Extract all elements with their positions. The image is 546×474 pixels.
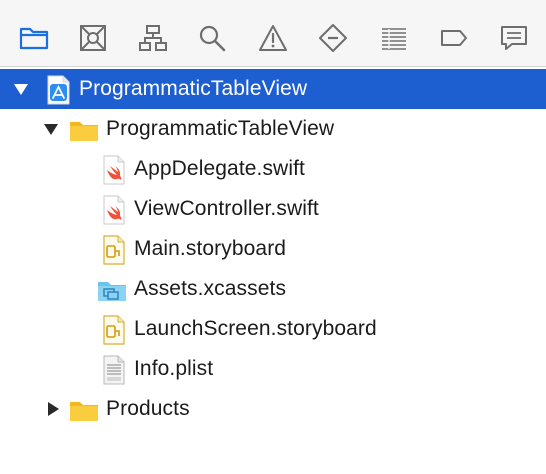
- folder-icon: [70, 122, 98, 141]
- breakpoint-navigator-button[interactable]: [434, 18, 474, 58]
- breakpoint-icon: [441, 30, 467, 46]
- project-navigator-icon: [19, 27, 49, 50]
- project-navigator: ProgrammaticTableView ProgrammaticTableV…: [0, 67, 546, 474]
- report-navigator-button[interactable]: [494, 18, 534, 58]
- tree-row-group[interactable]: ProgrammaticTableView: [0, 109, 546, 149]
- disclosure-expanded-icon[interactable]: [42, 120, 60, 138]
- tree-row-file[interactable]: ViewController.swift: [0, 189, 546, 229]
- test-navigator-button[interactable]: [313, 18, 353, 58]
- folder-icon: [70, 402, 98, 421]
- disclosure-expanded-icon[interactable]: [12, 80, 30, 98]
- storyboard-file-icon: [103, 315, 125, 345]
- tree-row-label: ProgrammaticTableView: [79, 77, 308, 100]
- debug-navigator-button[interactable]: [374, 18, 414, 58]
- project-navigator-button[interactable]: [14, 18, 54, 58]
- tree-row-products[interactable]: Products: [0, 389, 546, 429]
- report-icon: [501, 26, 527, 50]
- symbol-navigator-button[interactable]: [133, 18, 173, 58]
- tree-row-file[interactable]: AppDelegate.swift: [0, 149, 546, 189]
- source-control-button[interactable]: [73, 18, 113, 58]
- navigator-toolbar: [0, 0, 546, 67]
- tree-row-label: ProgrammaticTableView: [106, 117, 335, 140]
- tree-row-label: ViewController.swift: [134, 197, 319, 220]
- debug-navigator-icon: [382, 28, 406, 50]
- tree-row-label: Main.storyboard: [134, 237, 287, 260]
- plist-file-icon: [103, 355, 125, 385]
- issue-warning-icon: [259, 25, 287, 51]
- tree-row-file[interactable]: LaunchScreen.storyboard: [0, 309, 546, 349]
- storyboard-file-icon: [103, 235, 125, 265]
- tree-row-file[interactable]: Info.plist: [0, 349, 546, 389]
- test-navigator-icon: [319, 24, 347, 52]
- find-icon: [199, 25, 226, 52]
- tree-row-project[interactable]: ProgrammaticTableView: [0, 69, 546, 109]
- asset-catalog-icon: [98, 282, 126, 301]
- tree-row-label: AppDelegate.swift: [134, 157, 305, 180]
- tree-row-label: LaunchScreen.storyboard: [134, 317, 377, 340]
- tree-row-file[interactable]: Assets.xcassets: [0, 269, 546, 309]
- tree-row-label: Products: [106, 397, 190, 420]
- tree-row-file[interactable]: Main.storyboard: [0, 229, 546, 269]
- swift-file-icon: [103, 195, 125, 225]
- symbol-navigator-icon: [139, 25, 167, 51]
- tree-row-label: Assets.xcassets: [134, 277, 287, 300]
- xcode-project-icon: [47, 75, 70, 105]
- swift-file-icon: [103, 155, 125, 185]
- find-navigator-button[interactable]: [192, 18, 232, 58]
- issue-navigator-button[interactable]: [253, 18, 293, 58]
- disclosure-collapsed-icon[interactable]: [44, 400, 62, 418]
- source-control-icon: [80, 25, 106, 51]
- tree-row-label: Info.plist: [134, 357, 214, 380]
